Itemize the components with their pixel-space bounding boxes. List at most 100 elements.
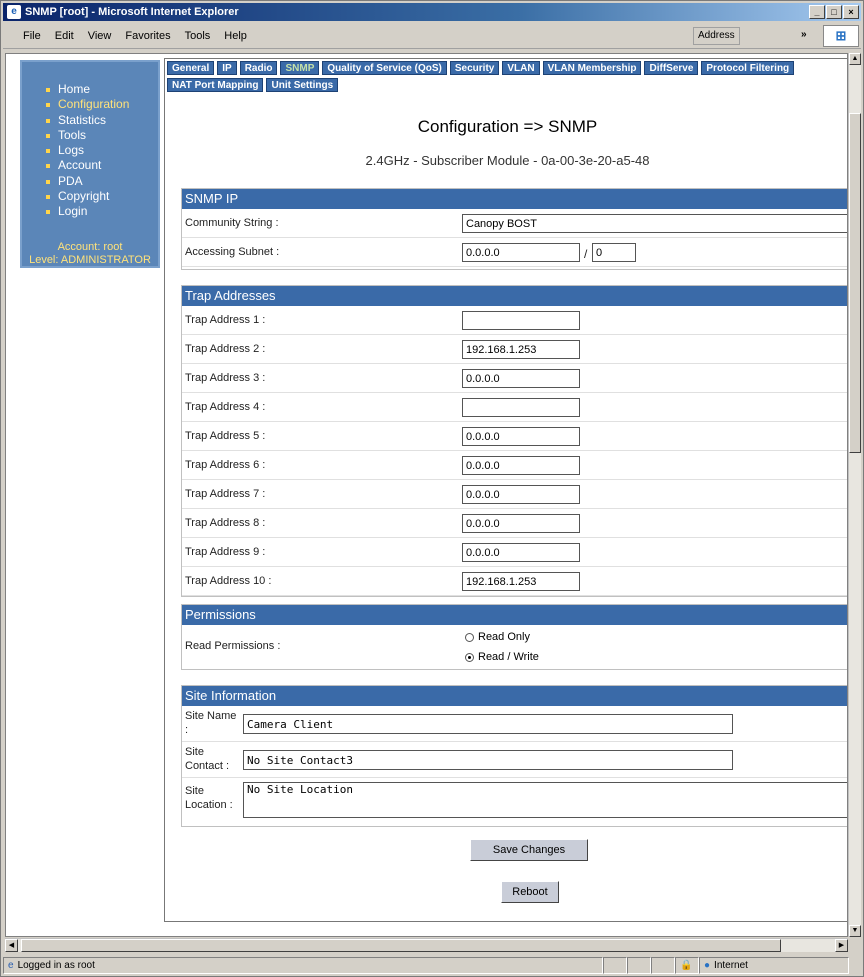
- menu-edit[interactable]: Edit: [55, 30, 74, 42]
- tab-qos[interactable]: Quality of Service (QoS): [322, 61, 447, 75]
- sidebar: Home Configuration Statistics Tools Logs…: [20, 60, 160, 268]
- subnet-mask-input[interactable]: [592, 243, 636, 262]
- tab-ip[interactable]: IP: [217, 61, 237, 75]
- read-only-radio[interactable]: Read Only: [465, 631, 530, 643]
- radio-circle: [465, 632, 474, 642]
- trap-row: Trap Address 9 :: [182, 538, 847, 567]
- trap-address-input[interactable]: [462, 311, 580, 330]
- trap-row: Trap Address 4 :: [182, 393, 847, 422]
- menu-tools[interactable]: Tools: [185, 30, 211, 42]
- tab-unit-settings[interactable]: Unit Settings: [266, 78, 339, 92]
- scroll-up-icon[interactable]: ▲: [849, 53, 861, 65]
- scroll-down-icon[interactable]: ▼: [849, 925, 861, 937]
- trap-address-input[interactable]: [462, 485, 580, 504]
- status-pane-empty: [627, 957, 651, 974]
- trap-address-input[interactable]: [462, 427, 580, 446]
- tab-protocol-filtering[interactable]: Protocol Filtering: [701, 61, 795, 75]
- trap-address-input[interactable]: [462, 543, 580, 562]
- accessing-subnet-input[interactable]: [462, 243, 580, 262]
- lock-icon: 🔒: [675, 957, 699, 974]
- trap-address-input[interactable]: [462, 398, 580, 417]
- menu-favorites[interactable]: Favorites: [125, 30, 170, 42]
- tab-security[interactable]: Security: [449, 61, 500, 75]
- community-row: Community String :: [182, 209, 847, 238]
- tab-snmp[interactable]: SNMP: [280, 61, 320, 75]
- zone-text: Internet: [714, 960, 748, 971]
- trap-row: Trap Address 10 :: [182, 567, 847, 596]
- zone-pane: ● Internet: [699, 957, 849, 974]
- tab-general[interactable]: General: [167, 61, 215, 75]
- menu-bar: File Edit View Favorites Tools Help Addr…: [3, 23, 861, 49]
- trap-address-input[interactable]: [462, 456, 580, 475]
- trap-label: Trap Address 3 :: [185, 372, 266, 384]
- trap-row: Trap Address 1 :: [182, 306, 847, 335]
- address-label[interactable]: Address: [693, 27, 740, 45]
- read-only-label: Read Only: [478, 631, 530, 643]
- trap-addresses-section: Trap Addresses Trap Address 1 : Trap Add…: [181, 285, 847, 597]
- section-header: SNMP IP: [182, 189, 847, 209]
- status-pane-empty: [651, 957, 675, 974]
- menu-help[interactable]: Help: [224, 30, 247, 42]
- toolbar-chevron[interactable]: »: [801, 29, 807, 40]
- status-bar: e Logged in as root 🔒 ● Internet: [3, 956, 861, 975]
- trap-label: Trap Address 10 :: [185, 575, 272, 587]
- read-permissions-label: Read Permissions :: [185, 640, 281, 652]
- close-button[interactable]: ×: [843, 5, 859, 19]
- horizontal-scrollbar[interactable]: ◀ ▶: [5, 938, 848, 952]
- sidebar-item-tools[interactable]: Tools: [44, 128, 158, 143]
- site-location-label: Site Location :: [185, 785, 233, 811]
- sidebar-item-account[interactable]: Account: [44, 158, 158, 173]
- site-contact-input[interactable]: [243, 750, 733, 770]
- tab-vlan-membership[interactable]: VLAN Membership: [542, 61, 642, 75]
- status-text: Logged in as root: [17, 960, 95, 971]
- status-pane-empty: [603, 957, 627, 974]
- account-level: Level: ADMINISTRATOR: [29, 254, 151, 266]
- scroll-thumb[interactable]: [21, 939, 781, 952]
- read-write-radio[interactable]: Read / Write: [465, 651, 539, 663]
- tab-vlan[interactable]: VLAN: [502, 61, 540, 75]
- menu-file[interactable]: File: [23, 30, 41, 42]
- sidebar-item-copyright[interactable]: Copyright: [44, 189, 158, 204]
- subnet-label: Accessing Subnet :: [185, 246, 280, 258]
- ie-icon: e: [7, 5, 21, 19]
- minimize-button[interactable]: _: [809, 5, 825, 19]
- account-info: Account: root Level: ADMINISTRATOR: [22, 241, 158, 267]
- tab-nat-port-mapping[interactable]: NAT Port Mapping: [167, 78, 264, 92]
- sidebar-item-pda[interactable]: PDA: [44, 174, 158, 189]
- trap-label: Trap Address 9 :: [185, 546, 266, 558]
- window-title: SNMP [root] - Microsoft Internet Explore…: [25, 6, 239, 18]
- trap-label: Trap Address 7 :: [185, 488, 266, 500]
- community-string-input[interactable]: [462, 214, 847, 233]
- scroll-thumb[interactable]: [849, 113, 861, 453]
- sidebar-item-home[interactable]: Home: [44, 82, 158, 97]
- subnet-row: Accessing Subnet : /: [182, 238, 847, 267]
- site-name-input[interactable]: [243, 714, 733, 734]
- trap-row: Trap Address 6 :: [182, 451, 847, 480]
- tab-radio[interactable]: Radio: [239, 61, 278, 75]
- sidebar-item-login[interactable]: Login: [44, 204, 158, 219]
- reboot-button[interactable]: Reboot: [501, 881, 559, 903]
- trap-address-input[interactable]: [462, 369, 580, 388]
- permissions-section: Permissions Read Permissions : Read Only…: [181, 604, 847, 670]
- trap-address-input[interactable]: [462, 572, 580, 591]
- sidebar-item-logs[interactable]: Logs: [44, 143, 158, 158]
- status-pane: e Logged in as root: [3, 957, 603, 974]
- scroll-right-icon[interactable]: ▶: [835, 939, 848, 952]
- site-location-row: Site Location : No Site Location: [182, 778, 847, 824]
- trap-label: Trap Address 2 :: [185, 343, 266, 355]
- sidebar-item-configuration[interactable]: Configuration: [44, 97, 158, 112]
- scroll-left-icon[interactable]: ◀: [5, 939, 18, 952]
- save-changes-button[interactable]: Save Changes: [470, 839, 588, 861]
- sidebar-item-statistics[interactable]: Statistics: [44, 113, 158, 128]
- maximize-button[interactable]: □: [826, 5, 842, 19]
- radio-circle-selected: [465, 652, 474, 662]
- site-location-textarea[interactable]: No Site Location: [243, 782, 847, 818]
- trap-address-input[interactable]: [462, 340, 580, 359]
- trap-label: Trap Address 4 :: [185, 401, 266, 413]
- tab-diffserve[interactable]: DiffServe: [644, 61, 699, 75]
- menu-view[interactable]: View: [88, 30, 112, 42]
- vertical-scrollbar[interactable]: ▲ ▼: [848, 53, 861, 937]
- trap-address-input[interactable]: [462, 514, 580, 533]
- trap-label: Trap Address 8 :: [185, 517, 266, 529]
- section-header: Site Information: [182, 686, 847, 706]
